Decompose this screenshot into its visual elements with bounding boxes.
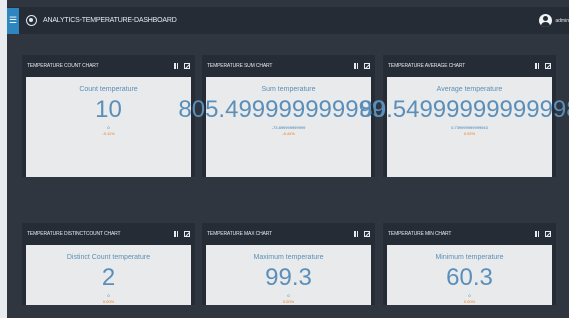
menu-icon: ☰ [8, 15, 18, 25]
metric-label: Average temperature [436, 86, 503, 93]
pause-icon[interactable] [174, 63, 178, 69]
metric-card: Distinct Count temperature 2 0 0.00% [26, 245, 191, 305]
metric-change-percent: 0.00% [102, 299, 115, 304]
panel-sum-chart: TEMPERATURE SUM CHART Sum temperature 80… [178, 55, 399, 177]
metric-change-percent: 0.92% [463, 131, 476, 136]
pause-icon[interactable] [354, 63, 358, 69]
panel-average-chart: TEMPERATURE AVERAGE CHART Average temper… [359, 55, 569, 177]
left-edge-strip [0, 0, 7, 318]
metric-change-percent: 0.00% [282, 299, 295, 304]
metric-change-percent: -8.44% [282, 131, 295, 136]
metric-change: -73.899999999999 [271, 125, 306, 130]
app-title: ANALYTICS-TEMPERATURE-DASHBOARD [43, 17, 177, 24]
expand-icon[interactable] [545, 231, 551, 237]
metric-card: Sum temperature 805.4999999999999 -73.89… [178, 77, 399, 177]
panel-distinctcount-chart: TEMPERATURE DISTINCTCOUNT CHART Distinct… [22, 223, 195, 305]
panel-title: TEMPERATURE AVERAGE CHART [388, 63, 466, 69]
metric-label: Count temperature [79, 86, 138, 93]
panel-header: TEMPERATURE MIN CHART [383, 223, 556, 245]
panel-header: TEMPERATURE AVERAGE CHART [383, 55, 556, 77]
metric-label: Distinct Count temperature [66, 254, 151, 261]
user-menu[interactable]: admin [539, 14, 569, 27]
panel-title: TEMPERATURE DISTINCTCOUNT CHART [27, 231, 121, 237]
panel-title: TEMPERATURE SUM CHART [207, 63, 273, 69]
panel-header: TEMPERATURE DISTINCTCOUNT CHART [22, 223, 195, 245]
metric-change: 0.739999999999943 [451, 125, 488, 130]
metric-label: Sum temperature [261, 86, 316, 93]
metric-value: 60.3 [446, 264, 493, 291]
metric-change-percent: -9.11% [102, 131, 115, 136]
metric-value: 2 [101, 264, 116, 291]
metric-change: 0 [287, 293, 290, 298]
metric-card: Average temperature 80.54999999999998 0.… [359, 77, 569, 177]
panel-title: TEMPERATURE MIN CHART [388, 231, 452, 237]
metric-change: 0 [107, 125, 110, 130]
metric-value: 10 [95, 96, 122, 123]
expand-icon[interactable] [184, 231, 190, 237]
panel-min-chart: TEMPERATURE MIN CHART Minimum temperatur… [383, 223, 556, 305]
panel-max-chart: TEMPERATURE MAX CHART Maximum temperatur… [202, 223, 375, 305]
panel-header: TEMPERATURE MAX CHART [202, 223, 375, 245]
panel-header: TEMPERATURE SUM CHART [202, 55, 375, 77]
panel-count-chart: TEMPERATURE COUNT CHART Count temperatur… [22, 55, 195, 177]
metric-change-percent: 0.00% [463, 299, 476, 304]
metric-change: 0 [468, 293, 471, 298]
metric-label: Minimum temperature [435, 254, 504, 261]
metric-card: Minimum temperature 60.3 0 0.00% [387, 245, 552, 305]
metric-label: Maximum temperature [253, 254, 324, 261]
metric-value: 80.54999999999998 [359, 96, 569, 123]
metric-card: Maximum temperature 99.3 0 0.00% [206, 245, 371, 305]
avatar [539, 14, 553, 27]
metric-value: 99.3 [265, 264, 312, 291]
username: admin [555, 17, 569, 24]
metric-change: 0 [107, 293, 110, 298]
expand-icon[interactable] [184, 63, 190, 69]
pause-icon[interactable] [174, 231, 178, 237]
expand-icon[interactable] [364, 63, 370, 69]
panel-title: TEMPERATURE MAX CHART [207, 231, 273, 237]
expand-icon[interactable] [545, 63, 551, 69]
pause-icon[interactable] [535, 231, 539, 237]
expand-icon[interactable] [364, 231, 370, 237]
panel-title: TEMPERATURE COUNT CHART [27, 63, 99, 69]
hamburger-menu-button[interactable]: ☰ [7, 7, 19, 34]
panel-header: TEMPERATURE COUNT CHART [22, 55, 195, 77]
metric-card: Count temperature 10 0 -9.11% [26, 77, 191, 177]
pause-icon[interactable] [535, 63, 539, 69]
top-navbar: ☰ ANALYTICS-TEMPERATURE-DASHBOARD admin [7, 7, 569, 34]
pause-icon[interactable] [354, 231, 358, 237]
dashboard-logo-icon [26, 15, 37, 26]
